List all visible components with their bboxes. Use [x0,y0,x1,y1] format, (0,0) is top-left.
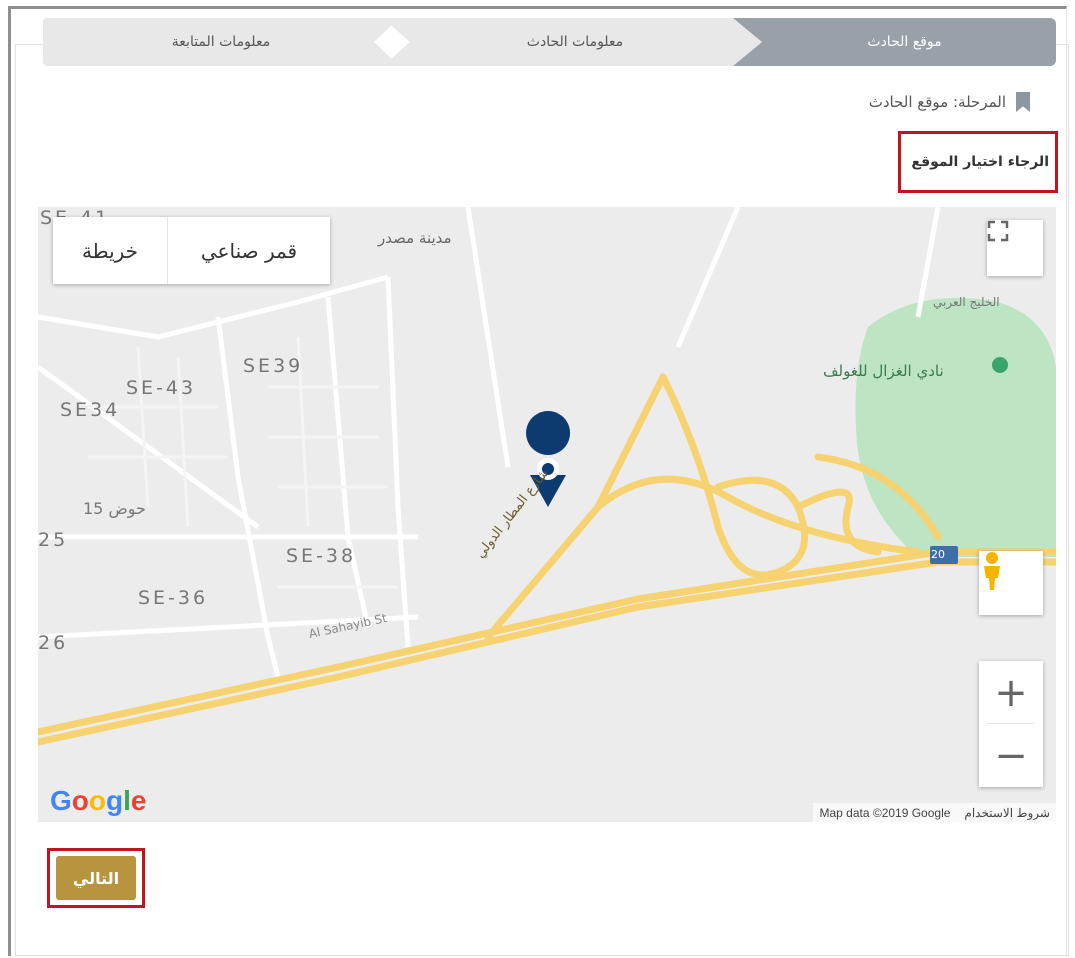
map-label-26: 26 [38,632,69,654]
map-type-control: خريطة قمر صناعي [53,217,330,284]
prompt-text: الرجاء اختيار الموقع [911,154,1049,170]
street-view-pegman[interactable] [979,551,1043,615]
map-label-se36: SE-36 [138,587,209,609]
map-label-golf-club: نادي الغزال للغولف [823,362,944,380]
pegman-icon [984,552,1000,590]
zoom-in-button[interactable]: + [979,661,1043,724]
step-label: معلومات الحادث [526,34,624,50]
map-label-masdar: مدينة مصدر [378,229,452,247]
route-shield-label: 20 [931,548,945,561]
zoom-out-button[interactable]: − [979,724,1043,787]
map-label-25: 25 [38,529,69,551]
map-type-map-button[interactable]: خريطة [53,217,168,284]
terms-link[interactable]: شروط الاستخدام [964,806,1050,820]
zoom-control: + − [979,661,1043,787]
step-label: معلومات المتابعة [171,34,271,50]
next-button[interactable]: التالي [56,856,136,900]
map-label-gulf: الخليج العربي [933,295,1000,309]
map-label-se38: SE-38 [286,545,357,567]
stage-label: المرحلة: موقع الحادث [868,93,1006,111]
google-logo: Google [50,785,147,816]
step-incident-info[interactable]: معلومات الحادث [383,18,767,66]
step-incident-location[interactable]: موقع الحادث [733,18,1056,66]
map-label-hawd: حوض 15 [83,499,146,518]
next-button-highlight: التالي [47,848,145,908]
map-label-se39: SE39 [243,355,304,377]
progress-stepper: معلومات المتابعة معلومات الحادث موقع الح… [43,18,1056,66]
fullscreen-icon [987,220,1009,242]
map-attribution: Map data ©2019 Google شروط الاستخدام [813,803,1056,822]
map-label-se34: SE34 [60,399,121,421]
fullscreen-button[interactable] [987,220,1043,276]
step-follow-up-info[interactable]: معلومات المتابعة [43,18,399,66]
select-location-prompt: الرجاء اختيار الموقع [898,131,1058,193]
map-type-satellite-button[interactable]: قمر صناعي [168,217,330,284]
map-label-se43: SE-43 [126,377,197,399]
stage-indicator: المرحلة: موقع الحادث [869,88,1030,116]
step-label: موقع الحادث [867,34,942,50]
map-canvas[interactable] [38,207,1056,822]
bookmark-icon [1016,92,1030,112]
map-data-credit: Map data ©2019 Google [819,806,951,820]
location-map[interactable]: مدينة مصدر نادي الغزال للغولف الخليج الع… [38,207,1056,822]
